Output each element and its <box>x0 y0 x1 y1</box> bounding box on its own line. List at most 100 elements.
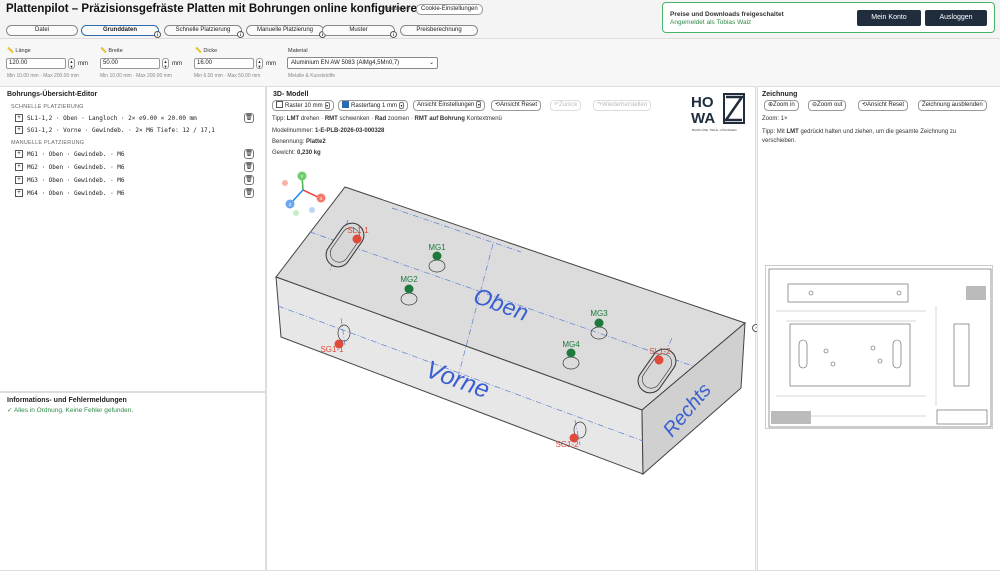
item-text: MG2 · Oben · Gewindeb. · M6 <box>27 164 125 171</box>
thickness-input[interactable]: 16.00 <box>194 58 254 69</box>
info-icon[interactable]: i <box>154 31 161 38</box>
tab-grunddaten[interactable]: Grunddaten <box>81 25 159 36</box>
redo-button[interactable]: ↷Wiederherstellen <box>593 100 652 111</box>
thickness-label: 📏 Dicke <box>195 48 217 54</box>
logo-z-mark <box>723 95 745 122</box>
drawing-reset-button[interactable]: ⟲Ansicht Reset <box>858 100 909 111</box>
length-unit: mm <box>78 61 88 67</box>
view-reset-button[interactable]: ⟲Ansicht Reset <box>491 100 542 111</box>
tab-label: Manuelle Platzierung <box>256 27 314 33</box>
trash-icon[interactable]: 🗑 <box>244 188 254 198</box>
trash-icon[interactable]: 🗑 <box>244 175 254 185</box>
list-item[interactable]: + MG1 · Oben · Gewindeb. · M6 <box>15 149 255 160</box>
checkbox-checked-icon[interactable] <box>342 101 349 108</box>
ruler-icon: 📏 <box>7 48 14 54</box>
thickness-hint: Min 6.00 mm · Max 50.00 mm <box>194 73 261 79</box>
zoom-in-button[interactable]: ⊕Zoom in <box>764 100 799 111</box>
list-item[interactable]: + SG1-1,2 · Vorne · Gewindeb. · 2× M6 Tie… <box>15 125 255 136</box>
expand-icon[interactable]: + <box>15 114 23 122</box>
zoom-out-button[interactable]: ⊖Zoom out <box>808 100 847 111</box>
expand-icon[interactable]: + <box>15 189 23 197</box>
info-icon[interactable]: i <box>390 31 397 38</box>
thickness-label-text: Dicke <box>203 48 218 54</box>
undo-label: Zurück <box>559 102 578 108</box>
3d-model-canvas[interactable]: Y X Z SL1-1 MG1 MG2 MG3 MG4 SL1-2 SG1-1 … <box>266 160 756 480</box>
label-mg3: MG3 <box>590 309 608 318</box>
redo-label: Wiederherstellen <box>602 102 648 108</box>
tab-schnelle-platzierung[interactable]: Schnelle Platzierung <box>164 25 242 36</box>
tab-datei[interactable]: Datei <box>6 25 78 36</box>
chevron-down-icon[interactable]: ▾ <box>399 102 405 109</box>
view-settings-button[interactable]: Ansicht Einstellungen ▾ <box>413 100 486 111</box>
width-stepper[interactable]: ▲ ▼ <box>162 58 169 69</box>
thickness-stepper[interactable]: ▲ ▼ <box>256 58 263 69</box>
tab-label: Preisberechnung <box>416 27 462 33</box>
tab-preisberechnung[interactable]: Preisberechnung <box>400 25 478 36</box>
thickness-unit: mm <box>266 61 276 67</box>
item-text: MG4 · Oben · Gewindeb. · M6 <box>27 190 125 197</box>
part-name: Benennung: Platte2 <box>272 139 326 145</box>
axis-gizmo-icon[interactable]: Y X Z <box>282 171 326 217</box>
label-sg1-2: SG1-2 <box>555 440 579 449</box>
trash-icon[interactable]: 🗑 <box>244 113 254 123</box>
width-label-text: Breite <box>108 48 123 54</box>
snap-label: Rasterfang 1 mm <box>351 103 398 109</box>
logout-button[interactable]: Ausloggen <box>925 10 987 26</box>
chevron-down-icon[interactable]: ▾ <box>324 102 330 109</box>
expand-icon[interactable]: + <box>15 150 23 158</box>
raster-toggle[interactable]: Raster 10 mm ▾ <box>272 100 334 111</box>
trash-icon[interactable]: 🗑 <box>244 162 254 172</box>
marker-sl1-2[interactable] <box>654 355 664 365</box>
messages-title: Informations- und Fehlermeldungen <box>7 397 127 404</box>
x-axis-label: X <box>319 196 322 201</box>
marker-sl1-1[interactable] <box>352 234 362 244</box>
marker-mg2[interactable] <box>404 284 414 294</box>
my-account-button[interactable]: Mein Konto <box>857 10 921 26</box>
ruler-icon: 📏 <box>100 48 107 54</box>
width-input[interactable]: 50.00 <box>100 58 160 69</box>
technical-drawing[interactable] <box>765 265 993 429</box>
tip-text: Kontextmenü <box>464 116 502 122</box>
snap-toggle[interactable]: Rasterfang 1 mm ▾ <box>338 100 409 111</box>
expand-icon[interactable]: + <box>15 176 23 184</box>
item-text: MG3 · Oben · Gewindeb. · M6 <box>27 177 125 184</box>
length-stepper[interactable]: ▲ ▼ <box>68 58 75 69</box>
zoom-out-label: Zoom out <box>817 102 843 108</box>
ruler-icon: 📏 <box>195 48 202 54</box>
logo-text-1: HO <box>691 94 714 111</box>
tab-manuelle-platzierung[interactable]: Manuelle Platzierung <box>246 25 324 36</box>
material-select[interactable]: Aluminium EN AW 5083 (AlMg4,5Mn0,7) ⌄ <box>287 57 438 69</box>
view-reset-label: Ansicht Reset <box>500 102 538 108</box>
checkbox-icon[interactable] <box>276 101 283 108</box>
expand-icon[interactable]: + <box>15 126 23 134</box>
drawing-tip: Tipp: Mit LMT gedrückt halten und ziehen… <box>762 128 990 146</box>
marker-mg1[interactable] <box>432 251 442 261</box>
z-axis-label: Z <box>289 202 292 207</box>
chevron-down-icon[interactable]: ▾ <box>476 101 482 108</box>
marker-mg4[interactable] <box>566 348 576 358</box>
label-mg1: MG1 <box>428 243 446 252</box>
expand-icon[interactable]: + <box>15 163 23 171</box>
hide-drawing-button[interactable]: Zeichnung ausblenden <box>918 100 987 111</box>
status-message: ✓ Alles in Ordnung. Keine Fehler gefunde… <box>7 407 134 414</box>
length-input[interactable]: 120.00 <box>6 58 66 69</box>
cookie-settings-button[interactable]: Cookie-Einstellungen <box>416 4 483 15</box>
logo-tagline: BAUPLÄNE. TEILE. LÖSUNGEN. <box>692 128 737 132</box>
list-item[interactable]: + SL1-1,2 · Oben · Langloch · 2× ⌀9.00 × … <box>15 113 255 124</box>
tip-key: RMT auf Bohrung <box>414 116 465 122</box>
undo-button[interactable]: ↶Zurück <box>550 100 582 111</box>
list-item[interactable]: + MG3 · Oben · Gewindeb. · M6 <box>15 175 255 186</box>
tab-muster[interactable]: Muster <box>322 25 395 36</box>
logged-in-user: Angemeldet als Tobias Walz <box>670 19 752 26</box>
quick-placement-heading: SCHNELLE PLATZIERUNG <box>11 104 84 110</box>
list-item[interactable]: + MG4 · Oben · Gewindeb. · M6 <box>15 188 255 199</box>
weight-value: 0,230 kg <box>297 150 321 156</box>
list-item[interactable]: + MG2 · Oben · Gewindeb. · M6 <box>15 162 255 173</box>
logo-text-2: WA <box>691 110 715 127</box>
marker-mg3[interactable] <box>594 318 604 328</box>
trash-icon[interactable]: 🗑 <box>244 149 254 159</box>
page-title: Plattenpilot – Präzisionsgefräste Platte… <box>6 3 424 15</box>
info-icon[interactable]: i <box>237 31 244 38</box>
messages-panel: Informations- und Fehlermeldungen <box>0 392 266 571</box>
label-mg4: MG4 <box>562 340 580 349</box>
